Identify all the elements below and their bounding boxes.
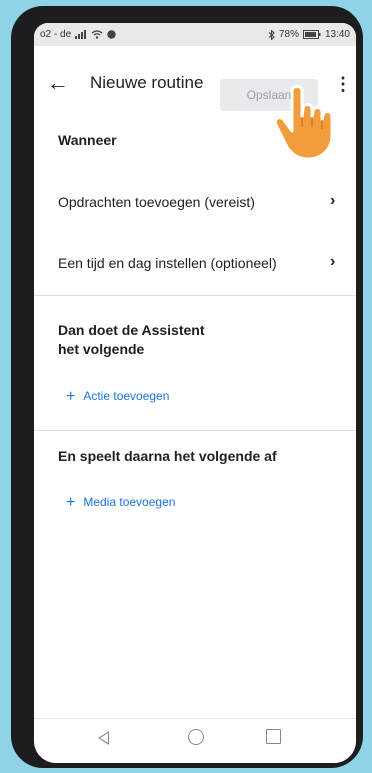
plus-icon: + (66, 494, 76, 511)
battery-percent: 78% (278, 29, 299, 40)
when-heading: Wanneer (58, 132, 117, 148)
chevron-right-icon: › (330, 253, 336, 270)
status-bar: o2 - de 78% 13:40 (34, 23, 356, 46)
nav-recents-icon[interactable] (266, 729, 281, 744)
wifi-icon (91, 30, 103, 39)
carrier-label: o2 - de (40, 29, 72, 40)
bluetooth-icon (268, 29, 275, 40)
divider (34, 295, 356, 296)
add-commands-row[interactable]: Opdrachten toevoegen (vereist) › (34, 183, 356, 223)
nav-back-icon[interactable] (98, 731, 109, 745)
system-nav-bar (34, 718, 356, 763)
pointing-hand-icon (273, 85, 334, 161)
set-time-row[interactable]: Een tijd en dag instellen (optioneel) › (34, 244, 356, 284)
then-heading-line1: Dan doet de Assistent (58, 322, 205, 338)
divider (34, 430, 356, 431)
nav-home-icon[interactable] (188, 729, 204, 745)
signal-icon (75, 30, 87, 39)
then-heading-line2: het volgende (58, 341, 145, 357)
arrow-left-icon[interactable]: ← (44, 69, 72, 97)
battery-icon (302, 30, 321, 39)
chevron-right-icon: › (330, 192, 336, 209)
page-title: Nieuwe routine (90, 73, 204, 92)
add-action-link[interactable]: + Actie toevoegen (66, 388, 169, 406)
add-media-link[interactable]: + Media toevoegen (66, 494, 175, 512)
media-heading: En speelt daarna het volgende af (58, 448, 277, 464)
set-time-label: Een tijd en dag instellen (optioneel) (58, 255, 277, 271)
clock: 13:40 (324, 29, 350, 40)
plus-icon: + (66, 388, 76, 405)
add-action-label: Actie toevoegen (83, 389, 170, 403)
add-commands-label: Opdrachten toevoegen (vereist) (58, 194, 255, 210)
add-media-label: Media toevoegen (83, 495, 176, 509)
app-notification-icon (107, 30, 116, 39)
